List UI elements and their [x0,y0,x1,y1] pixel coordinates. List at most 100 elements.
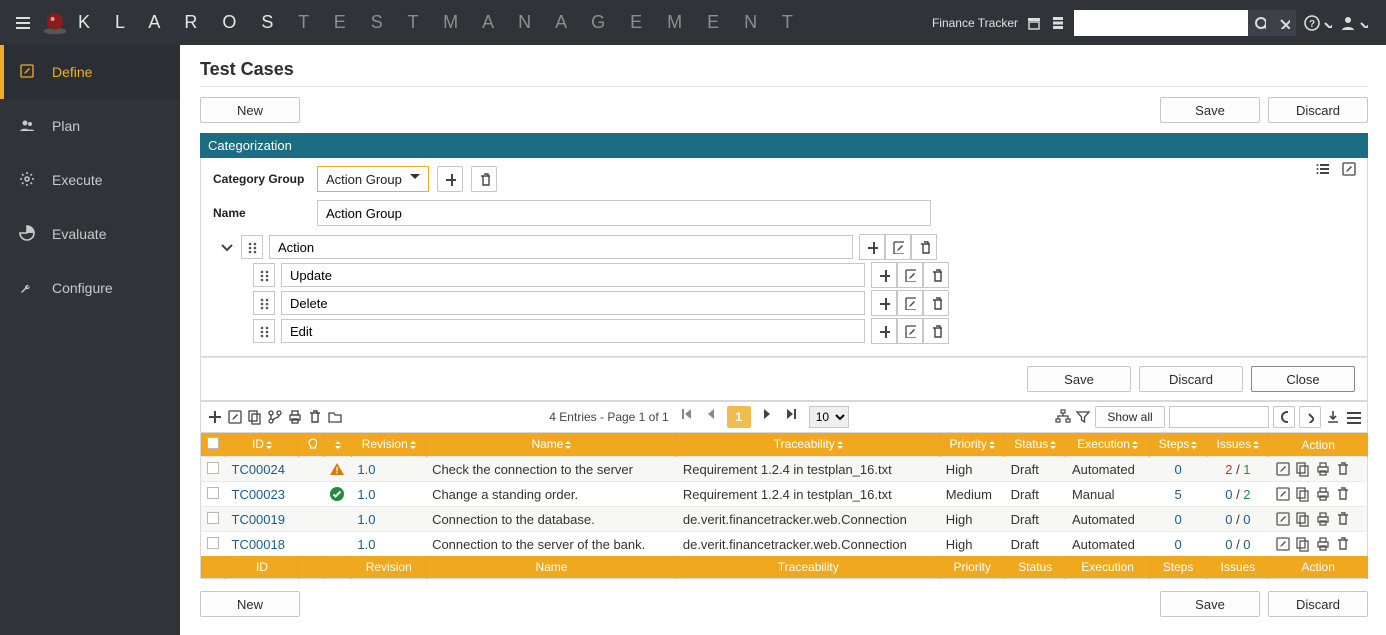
discard-button-bottom[interactable]: Discard [1268,591,1368,617]
steps-link[interactable]: 0 [1174,462,1181,477]
row-delete-icon[interactable] [1335,461,1351,477]
new-button-bottom[interactable]: New [200,591,300,617]
toolbar-download-icon[interactable] [1325,409,1341,425]
toolbar-delete-icon[interactable] [307,409,323,425]
tree-root-input[interactable] [269,235,853,259]
delete-category-group[interactable] [471,166,497,192]
project-name[interactable]: Finance Tracker [932,16,1018,30]
row-edit-icon[interactable] [1275,461,1291,477]
col-bulb[interactable] [298,433,323,457]
clear-search-button[interactable] [1272,10,1296,36]
row-print-icon[interactable] [1315,536,1331,552]
steps-link[interactable]: 0 [1174,537,1181,552]
sidebar-item-configure[interactable]: Configure [0,261,180,315]
revision-link[interactable]: 1.0 [357,462,375,477]
col-execution[interactable]: Execution [1066,433,1149,457]
row-checkbox[interactable] [207,512,219,524]
page-prev-icon[interactable] [703,406,719,428]
sidebar-item-evaluate[interactable]: Evaluate [0,207,180,261]
tree-edit-root[interactable] [885,234,911,260]
toolbar-copy-icon[interactable] [247,409,263,425]
tree-child-input[interactable] [281,319,865,343]
tree-child-input[interactable] [281,263,865,287]
edit-panel-icon[interactable] [1341,164,1357,180]
revision-link[interactable]: 1.0 [357,537,375,552]
row-delete-icon[interactable] [1335,536,1351,552]
sidebar-item-define[interactable]: Define [0,45,180,99]
testcase-id-link[interactable]: TC00024 [232,462,285,477]
cat-close-button[interactable]: Close [1251,366,1355,392]
save-button[interactable]: Save [1160,97,1260,123]
drag-handle-root[interactable] [241,235,263,259]
row-checkbox[interactable] [207,462,219,474]
col-traceability[interactable]: Traceability [677,433,940,457]
tree-delete[interactable] [923,262,949,288]
col-revision[interactable]: Revision [351,433,426,457]
cat-save-button[interactable]: Save [1027,366,1131,392]
tree-add[interactable] [871,318,897,344]
drag-handle[interactable] [253,263,275,287]
toolbar-edit-icon[interactable] [227,409,243,425]
steps-link[interactable]: 0 [1174,512,1181,527]
steps-link[interactable]: 5 [1174,487,1181,502]
row-delete-icon[interactable] [1335,486,1351,502]
revision-link[interactable]: 1.0 [357,512,375,527]
testcase-id-link[interactable]: TC00019 [232,512,285,527]
table-search-input[interactable] [1169,406,1269,428]
list-view-icon[interactable] [1315,164,1331,180]
toolbar-add-icon[interactable] [207,409,223,425]
tree-delete-root[interactable] [911,234,937,260]
testcase-id-link[interactable]: TC00018 [232,537,285,552]
col-status[interactable]: Status [1005,433,1066,457]
toolbar-folder-icon[interactable] [327,409,343,425]
per-page-select[interactable]: 10 [809,406,849,428]
discard-button[interactable]: Discard [1268,97,1368,123]
col-priority[interactable]: Priority [940,433,1005,457]
row-copy-icon[interactable] [1295,486,1311,502]
sidebar-item-execute[interactable]: Execute [0,153,180,207]
row-edit-icon[interactable] [1275,511,1291,527]
page-last-icon[interactable] [783,406,799,428]
page-next-icon[interactable] [759,406,775,428]
tree-edit[interactable] [897,262,923,288]
col-issues[interactable]: Issues [1207,433,1269,457]
table-search-button[interactable] [1273,406,1295,428]
category-group-select[interactable]: Action Group [317,166,429,192]
col-checkbox[interactable] [201,433,226,457]
col-steps[interactable]: Steps [1149,433,1207,457]
table-clear-search-button[interactable] [1299,406,1321,428]
archive-icon[interactable] [1026,15,1042,31]
row-delete-icon[interactable] [1335,511,1351,527]
help-menu[interactable] [1304,15,1332,31]
row-checkbox[interactable] [207,537,219,549]
tree-child-input[interactable] [281,291,865,315]
row-print-icon[interactable] [1315,461,1331,477]
new-button[interactable]: New [200,97,300,123]
drag-handle[interactable] [253,319,275,343]
toolbar-print-icon[interactable] [287,409,303,425]
name-input[interactable] [317,200,931,226]
save-button-bottom[interactable]: Save [1160,591,1260,617]
row-edit-icon[interactable] [1275,536,1291,552]
toolbar-menu-icon[interactable] [1345,409,1361,425]
global-search-input[interactable] [1074,10,1248,36]
row-print-icon[interactable] [1315,486,1331,502]
tree-delete[interactable] [923,290,949,316]
toolbar-branch-icon[interactable] [267,409,283,425]
tree-delete[interactable] [923,318,949,344]
col-id[interactable]: ID [226,433,299,457]
row-print-icon[interactable] [1315,511,1331,527]
tree-add-root[interactable] [859,234,885,260]
toolbar-filter-icon[interactable] [1075,409,1091,425]
stack-icon[interactable] [1050,15,1066,31]
chevron-down-icon[interactable] [217,238,235,256]
toolbar-hierarchy-icon[interactable] [1055,409,1071,425]
col-name[interactable]: Name [426,433,677,457]
col-status-icon[interactable] [323,433,351,457]
show-all-button[interactable]: Show all [1095,406,1165,428]
row-copy-icon[interactable] [1295,511,1311,527]
search-button[interactable] [1248,10,1272,36]
tree-edit[interactable] [897,318,923,344]
tree-edit[interactable] [897,290,923,316]
add-category-group[interactable] [437,166,463,192]
